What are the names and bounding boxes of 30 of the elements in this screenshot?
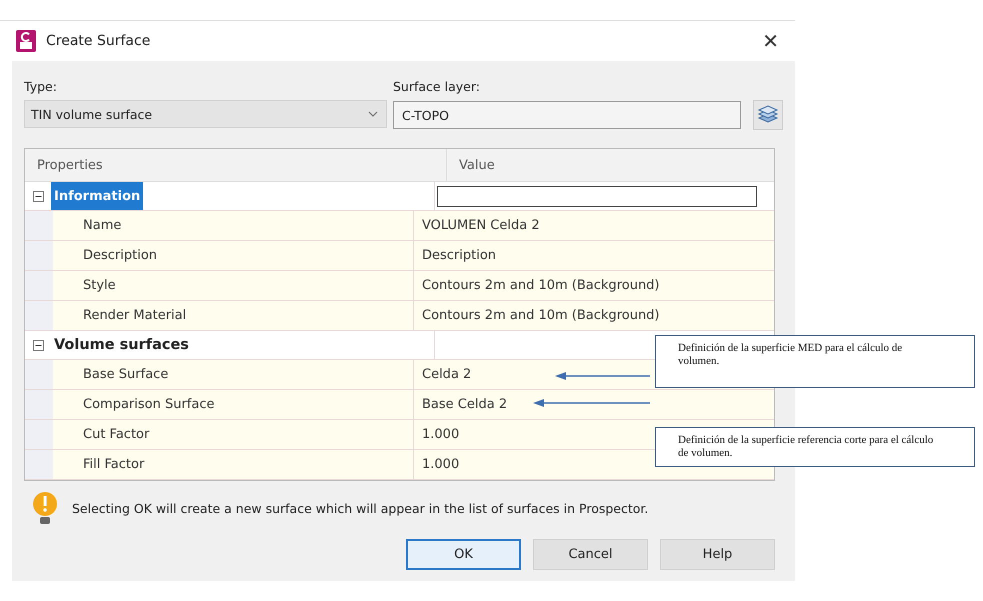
close-button[interactable]: ✕ (756, 29, 785, 53)
callout-note: Definición de la superficie MED para el cálculo de volumen. (655, 335, 975, 388)
field-label: Type: (24, 79, 58, 94)
property-name: Fill Factor (25, 450, 414, 479)
property-value[interactable]: VOLUMEN Celda 2 (422, 218, 540, 233)
property-name: Render Material (25, 301, 414, 330)
group-label[interactable]: Volume surfaces (51, 331, 192, 359)
window-title: Create Surface (46, 33, 152, 49)
property-value[interactable]: Celda 2 (422, 367, 472, 382)
property-name: Comparison Surface (25, 390, 414, 419)
input-field[interactable]: C-TOPO (393, 101, 741, 129)
property-name: Cut Factor (25, 420, 414, 449)
info-message: Selecting OK will create a new surface which will appear in the list of surfaces in Prospector. (72, 500, 648, 516)
property-value[interactable]: Description (422, 248, 496, 263)
callout-note: Definición de la superficie referencia corte para el cálculo de volumen. (655, 427, 975, 467)
property-name: Style (25, 271, 414, 300)
type-dropdown[interactable]: TIN volume surface (24, 100, 387, 128)
property-name: Description (25, 241, 414, 270)
property-name: Name (25, 211, 414, 240)
column-header: Properties (25, 149, 447, 181)
dialog-button[interactable]: Cancel (533, 539, 648, 570)
dialog-button[interactable]: OK (406, 539, 521, 570)
group-label[interactable]: Information (51, 182, 144, 210)
property-value[interactable]: 1.000 (422, 427, 460, 442)
field-label: Surface layer: (393, 79, 481, 94)
property-value[interactable]: 1.000 (422, 457, 460, 472)
dialog-button[interactable]: Help (660, 539, 775, 570)
property-value[interactable]: Base Celda 2 (422, 397, 508, 412)
property-name: Base Surface (25, 360, 414, 389)
column-header: Value (458, 156, 495, 174)
